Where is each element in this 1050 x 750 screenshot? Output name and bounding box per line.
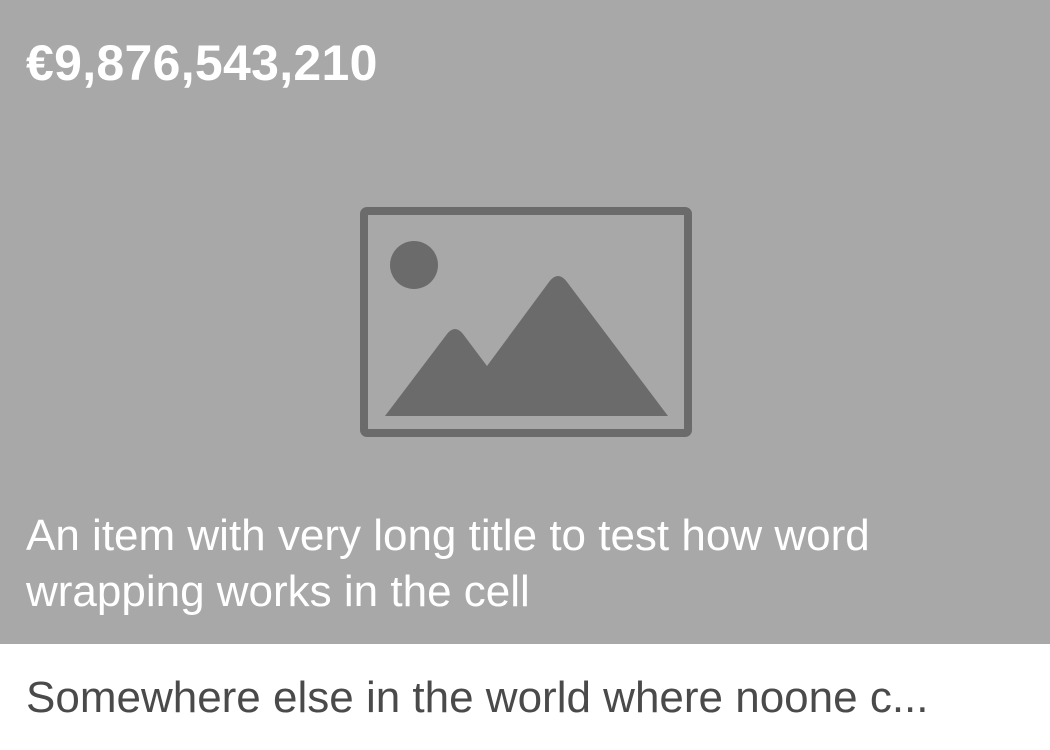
image-placeholder-icon <box>360 207 692 437</box>
item-location: Somewhere else in the world where noone … <box>26 673 929 722</box>
listing-cell[interactable]: €9,876,543,210 An item with very long ti… <box>0 0 1050 750</box>
item-title: An item with very long title to test how… <box>26 511 870 616</box>
listing-image-area[interactable]: €9,876,543,210 An item with very long ti… <box>0 0 1050 644</box>
price-label: €9,876,543,210 <box>26 35 378 91</box>
